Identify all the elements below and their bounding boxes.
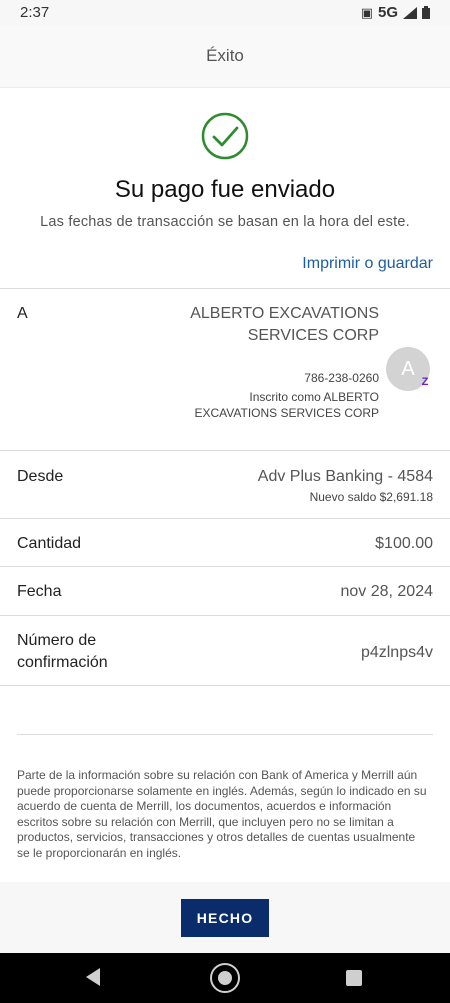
amount-row: Cantidad $100.00 bbox=[0, 518, 450, 566]
from-account: Adv Plus Banking - 4584 bbox=[257, 468, 433, 485]
signal-icon bbox=[403, 6, 417, 19]
print-or-save-link[interactable]: Imprimir o guardar bbox=[302, 255, 433, 273]
amount-value: $100.00 bbox=[375, 535, 433, 552]
check-circle-icon bbox=[201, 112, 249, 160]
done-button[interactable]: HECHO bbox=[181, 899, 269, 937]
battery-icon bbox=[422, 6, 430, 19]
recent-apps-icon[interactable] bbox=[346, 970, 362, 986]
recipient-label: A bbox=[17, 305, 28, 322]
app-bar: Éxito bbox=[0, 26, 450, 88]
recipient-enrolled-as: Inscrito como ALBERTO EXCAVATIONS SERVIC… bbox=[194, 390, 380, 420]
confirmation-label: Número de confirmación bbox=[17, 630, 108, 674]
language-disclaimer: Parte de la información sobre su relació… bbox=[17, 768, 427, 860]
recipient-row: A ALBERTO EXCAVATIONS SERVICES CORP 786-… bbox=[0, 288, 450, 450]
date-value: nov 28, 2024 bbox=[340, 583, 433, 600]
recipient-phone: 786-238-0260 bbox=[304, 371, 379, 385]
footer: HECHO bbox=[0, 882, 450, 953]
recipient-name: ALBERTO EXCAVATIONS SERVICES CORP bbox=[190, 305, 379, 344]
screen-record-icon: ▣ bbox=[360, 4, 373, 20]
confirmation-label-line1: Número de bbox=[17, 632, 97, 649]
date-label: Fecha bbox=[17, 583, 62, 600]
back-icon[interactable] bbox=[86, 968, 100, 986]
timezone-note: Las fechas de transacción se basan en la… bbox=[40, 214, 410, 230]
success-section: Su pago fue enviado Las fechas de transa… bbox=[0, 88, 450, 288]
success-title: Su pago fue enviado bbox=[114, 176, 336, 203]
amount-label: Cantidad bbox=[17, 535, 82, 552]
system-nav-bar bbox=[0, 953, 450, 1003]
divider bbox=[17, 734, 433, 735]
status-time: 2:37 bbox=[20, 4, 50, 21]
date-row: Fecha nov 28, 2024 bbox=[0, 566, 450, 615]
network-type: 5G bbox=[377, 4, 398, 21]
page-title: Éxito bbox=[206, 46, 244, 65]
status-bar: 2:37 ▣ 5G bbox=[0, 0, 450, 26]
from-row: Desde Adv Plus Banking - 4584 Nuevo sald… bbox=[0, 450, 450, 518]
new-balance: Nuevo saldo $2,691.18 bbox=[309, 490, 433, 504]
status-icons: ▣ 5G bbox=[361, 4, 430, 21]
confirmation-number: p4zlnps4v bbox=[360, 644, 433, 661]
confirmation-label-line2: confirmación bbox=[17, 654, 108, 671]
home-icon[interactable] bbox=[210, 963, 240, 993]
zelle-icon: Z bbox=[421, 376, 429, 388]
confirmation-row: Número de confirmación p4zlnps4v bbox=[0, 615, 450, 686]
from-label: Desde bbox=[17, 468, 64, 485]
